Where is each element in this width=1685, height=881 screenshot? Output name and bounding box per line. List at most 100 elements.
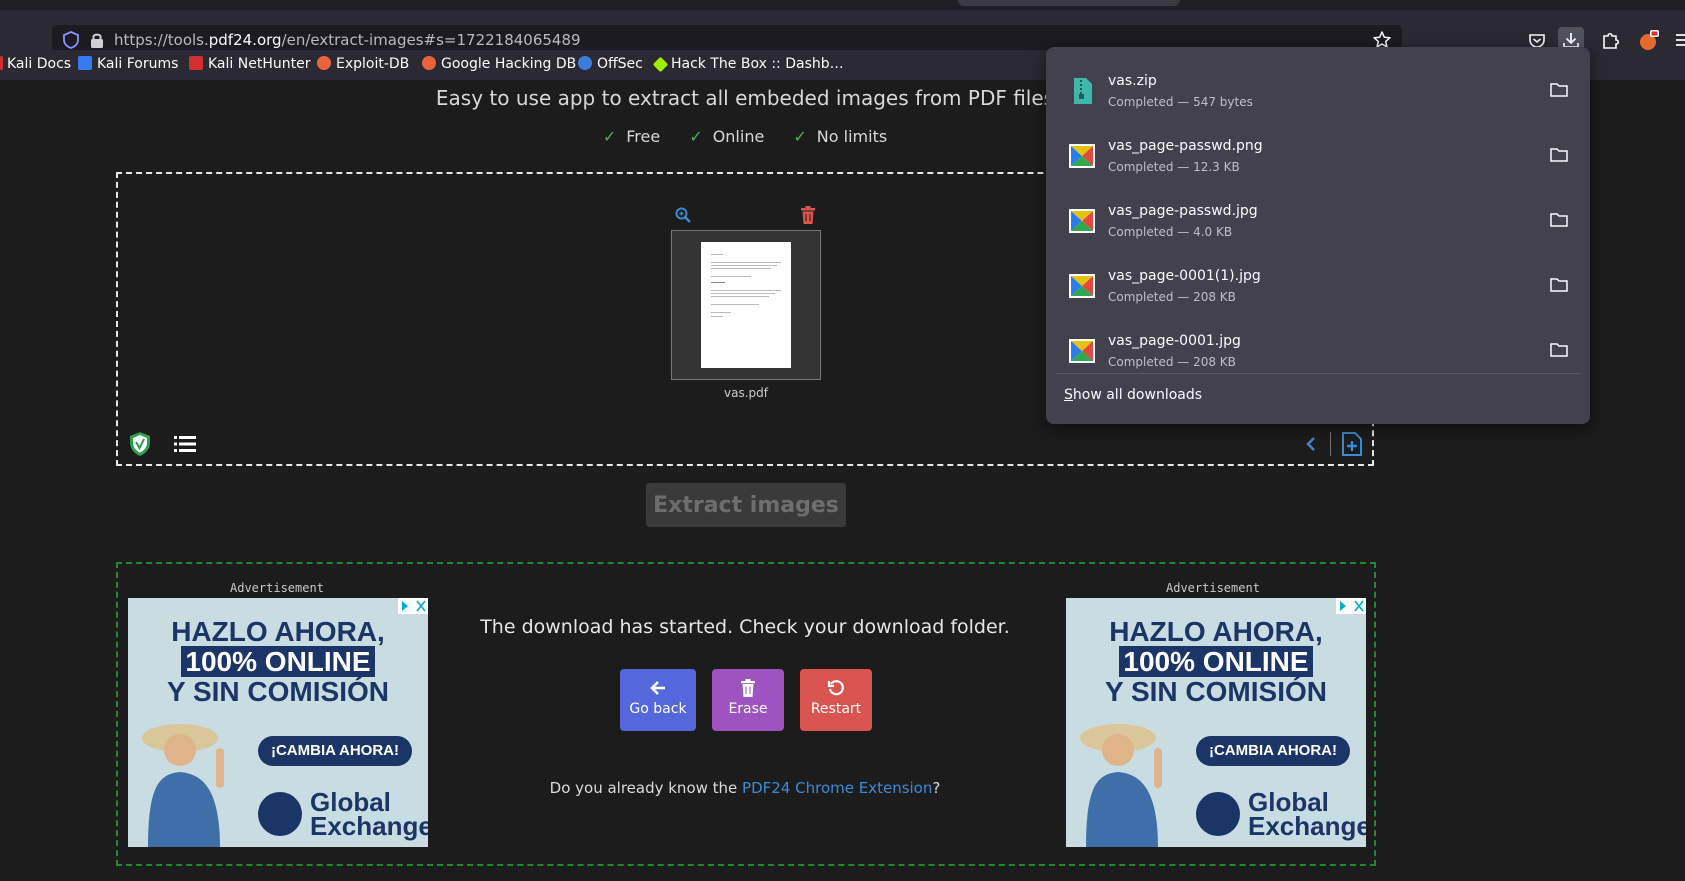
- pdf-page-preview: [701, 242, 791, 368]
- download-status: Completed — 547 bytes: [1108, 95, 1253, 109]
- bookmark-label: Kali Docs: [7, 56, 72, 72]
- check-icon: ✓: [602, 127, 617, 146]
- add-file-icon[interactable]: [1340, 432, 1364, 456]
- folder-icon[interactable]: [1550, 276, 1568, 292]
- show-all-accesskey: S: [1064, 387, 1073, 403]
- bookmark-label: Kali NetHunter: [208, 56, 311, 72]
- htb-icon: [652, 56, 669, 73]
- ad-brand-line: Exchange: [310, 811, 428, 841]
- folder-icon[interactable]: [1550, 146, 1568, 162]
- zip-file-icon: [1074, 78, 1092, 104]
- url-domain: pdf24.org: [208, 31, 282, 49]
- bookmark-label: Google Hacking DB: [441, 56, 577, 72]
- tab-strip: [0, 0, 1685, 10]
- download-item[interactable]: vas_page-passwd.jpg Completed — 4.0 KB: [1056, 187, 1580, 251]
- download-file-name: vas_page-0001(1).jpg: [1108, 268, 1261, 284]
- image-file-icon: [1069, 339, 1095, 363]
- ad-brand: Global Exchange: [1248, 789, 1366, 841]
- download-file-name: vas.zip: [1108, 73, 1157, 89]
- image-file-icon: [1069, 144, 1095, 168]
- extract-images-button[interactable]: Extract images: [646, 483, 846, 527]
- panel-divider: [1056, 373, 1580, 374]
- restart-arrow-icon: [827, 680, 844, 696]
- folder-icon[interactable]: [1550, 81, 1568, 97]
- list-view-icon[interactable]: [174, 434, 196, 454]
- bookmark-label: OffSec: [597, 56, 643, 72]
- ad-label-left: Advertisement: [230, 581, 324, 595]
- download-item[interactable]: vas_page-0001.jpg Completed — 208 KB: [1056, 317, 1580, 381]
- download-item[interactable]: vas_page-0001(1).jpg Completed — 208 KB: [1056, 252, 1580, 316]
- feature-label: Free: [626, 127, 661, 146]
- download-item[interactable]: vas_page-passwd.png Completed — 12.3 KB: [1056, 122, 1580, 186]
- delete-file-icon[interactable]: [800, 206, 816, 224]
- lock-icon[interactable]: [88, 31, 106, 49]
- feature-label: No limits: [816, 127, 888, 146]
- active-tab-edge[interactable]: [958, 0, 1180, 6]
- ad-cta-button[interactable]: ¡CAMBIA AHORA!: [258, 736, 412, 766]
- ghdb-icon: [422, 56, 436, 70]
- folder-icon[interactable]: [1550, 211, 1568, 227]
- erase-button[interactable]: Erase: [712, 669, 784, 731]
- ad-brand-line: Exchange: [1248, 811, 1366, 841]
- bookmark-label: Hack The Box :: Dashb…: [671, 56, 844, 72]
- download-started-message: The download has started. Check your dow…: [480, 616, 1010, 638]
- feature-label: Online: [712, 127, 765, 146]
- bookmark-kali-nethunter[interactable]: Kali NetHunter: [189, 56, 310, 72]
- download-file-name: vas_page-passwd.png: [1108, 138, 1263, 154]
- check-icon: ✓: [689, 127, 703, 146]
- download-status: Completed — 208 KB: [1108, 290, 1236, 304]
- tracking-protection-shield-icon[interactable]: [62, 31, 80, 49]
- pdf-file-name: vas.pdf: [724, 386, 768, 400]
- chrome-extension-link[interactable]: PDF24 Chrome Extension: [742, 779, 932, 797]
- bookmark-exploit-db[interactable]: Exploit-DB: [317, 56, 409, 72]
- downloads-panel: vas.zip Completed — 547 bytes vas_page-p…: [1046, 47, 1590, 424]
- ad-headline-highlight: 100% ONLINE: [1119, 646, 1313, 677]
- zoom-icon[interactable]: [674, 206, 692, 224]
- bookmark-label: Kali Forums: [97, 56, 179, 72]
- ad-headline: 100% ONLINE: [128, 646, 428, 678]
- chevron-left-icon[interactable]: [1304, 434, 1318, 454]
- ad-label-right: Advertisement: [1166, 581, 1260, 595]
- image-file-icon: [1069, 209, 1095, 233]
- globe-logo-icon: [1196, 792, 1240, 836]
- security-shield-icon[interactable]: [128, 431, 152, 457]
- ad-choices-close-icon[interactable]: [398, 598, 428, 614]
- ad-headline: Y SIN COMISIÓN: [167, 676, 389, 707]
- pdf-thumbnail[interactable]: [671, 230, 821, 380]
- download-file-name: vas_page-passwd.jpg: [1108, 203, 1258, 219]
- ad-headline: 100% ONLINE: [1066, 646, 1366, 678]
- go-back-button[interactable]: Go back: [620, 669, 696, 731]
- globe-logo-icon: [258, 792, 302, 836]
- nethunter-icon: [189, 56, 203, 70]
- restart-button[interactable]: Restart: [800, 669, 872, 731]
- bookmark-offsec[interactable]: OffSec: [578, 56, 643, 72]
- advertisement-right[interactable]: HAZLO AHORA, 100% ONLINE Y SIN COMISIÓN …: [1066, 598, 1366, 847]
- advertisement-left[interactable]: HAZLO AHORA, 100% ONLINE Y SIN COMISIÓN …: [128, 598, 428, 847]
- erase-label: Erase: [728, 701, 768, 717]
- ad-brand: Global Exchange: [310, 789, 428, 841]
- ad-headline-highlight: 100% ONLINE: [181, 646, 375, 677]
- download-item[interactable]: vas.zip Completed — 547 bytes: [1056, 57, 1580, 121]
- url-text[interactable]: https://tools.pdf24.org/en/extract-image…: [114, 31, 581, 49]
- bookmark-kali-docs[interactable]: Kali Docs: [0, 56, 71, 72]
- download-status: Completed — 12.3 KB: [1108, 160, 1240, 174]
- navigation-toolbar: https://tools.pdf24.org/en/extract-image…: [0, 10, 1685, 55]
- exploitdb-icon: [317, 56, 331, 70]
- arrow-left-icon: [650, 681, 665, 695]
- feature-free: ✓ Free: [597, 127, 666, 146]
- ad-person-image: [1080, 724, 1162, 847]
- ad-cta-button[interactable]: ¡CAMBIA AHORA!: [1196, 736, 1350, 766]
- offsec-icon: [578, 56, 592, 70]
- bookmark-kali-forums[interactable]: Kali Forums: [78, 56, 178, 72]
- show-all-downloads-button[interactable]: Show all downloads: [1064, 387, 1202, 403]
- restart-label: Restart: [810, 701, 862, 717]
- folder-icon[interactable]: [1550, 341, 1568, 357]
- ad-headline: HAZLO AHORA,: [1109, 616, 1323, 647]
- download-status: Completed — 208 KB: [1108, 355, 1236, 369]
- ad-choices-close-icon[interactable]: [1336, 598, 1366, 614]
- ad-person-image: [142, 724, 224, 847]
- feature-online: ✓ Online: [683, 127, 770, 146]
- bookmark-hack-the-box[interactable]: Hack The Box :: Dashb…: [652, 56, 844, 73]
- ad-headline: HAZLO AHORA,: [171, 616, 385, 647]
- bookmark-google-hacking-db[interactable]: Google Hacking DB: [422, 56, 576, 72]
